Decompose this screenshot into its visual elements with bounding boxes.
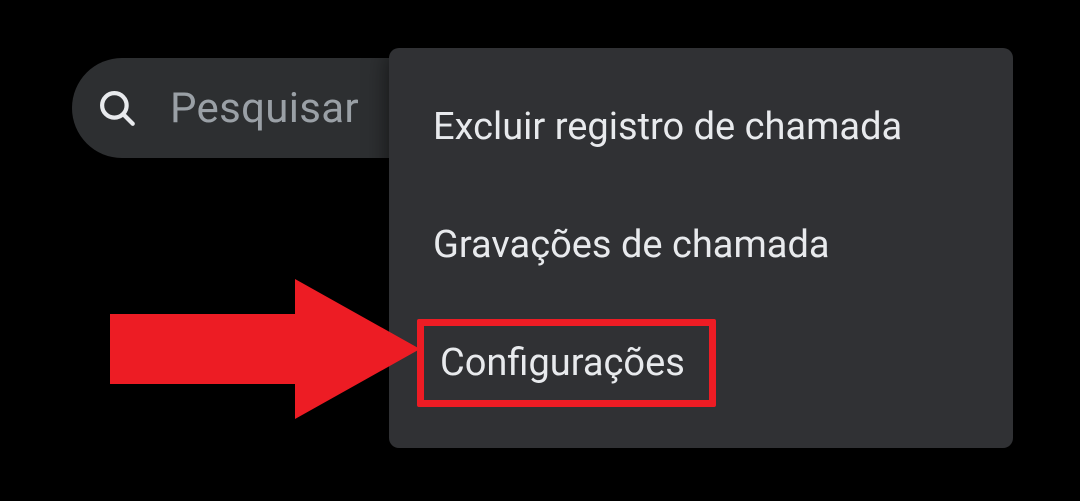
menu-item-label: Configurações [440, 341, 685, 385]
menu-item-label: Excluir registro de chamada [433, 108, 902, 146]
menu-item-label: Gravações de chamada [433, 226, 830, 264]
search-placeholder: Pesquisar [170, 84, 359, 133]
menu-item-call-recordings[interactable]: Gravações de chamada [389, 186, 1013, 304]
annotation-highlight-box: Configurações [417, 319, 716, 407]
menu-item-delete-call-log[interactable]: Excluir registro de chamada [389, 68, 1013, 186]
overflow-menu: Excluir registro de chamada Gravações de… [389, 48, 1013, 448]
annotation-arrow-icon [110, 279, 420, 419]
search-icon [96, 87, 138, 129]
menu-item-settings[interactable]: Configurações [389, 304, 1013, 422]
